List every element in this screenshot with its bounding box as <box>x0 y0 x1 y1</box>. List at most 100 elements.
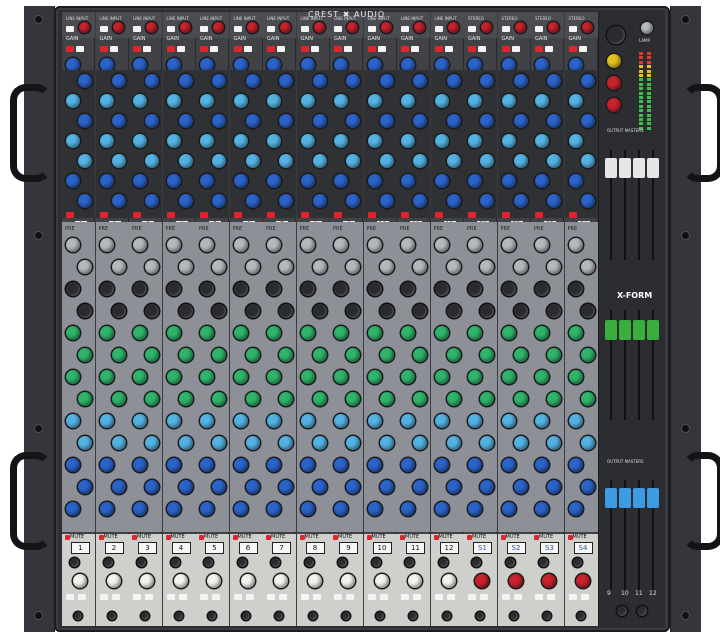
lamp-connector-icon[interactable] <box>641 22 653 34</box>
aux-send-knob[interactable] <box>200 238 214 252</box>
eq-knob[interactable] <box>312 194 327 208</box>
aux-send-knob[interactable] <box>401 502 415 516</box>
eq-knob[interactable] <box>267 94 281 108</box>
aux-send-knob[interactable] <box>279 348 293 362</box>
eq-knob[interactable] <box>446 114 461 128</box>
channel-button[interactable] <box>170 558 180 567</box>
assign-button[interactable] <box>166 594 175 600</box>
aux-send-knob[interactable] <box>66 502 80 516</box>
eq-knob[interactable] <box>145 74 159 88</box>
channel-button[interactable] <box>342 612 350 620</box>
channel-button[interactable] <box>442 612 451 620</box>
aux-send-knob[interactable] <box>334 458 348 472</box>
aux-send-knob[interactable] <box>568 282 583 296</box>
aux-send-knob[interactable] <box>166 414 181 428</box>
channel-button[interactable] <box>141 612 149 620</box>
eq-knob[interactable] <box>111 154 126 168</box>
eq-knob[interactable] <box>66 174 80 188</box>
eq-knob[interactable] <box>334 94 348 108</box>
channel-button[interactable] <box>509 612 518 620</box>
channel-button[interactable] <box>143 46 151 52</box>
eq-knob[interactable] <box>568 174 583 188</box>
channel-button[interactable] <box>99 46 108 52</box>
aux-send-knob[interactable] <box>413 348 427 362</box>
gain-knob[interactable] <box>581 22 593 33</box>
channel-button[interactable] <box>107 612 116 620</box>
channel-button[interactable] <box>243 46 252 52</box>
eq-knob[interactable] <box>312 74 327 88</box>
aux-send-knob[interactable] <box>212 392 226 406</box>
aux-send-knob[interactable] <box>145 392 159 406</box>
aux-send-knob[interactable] <box>279 436 293 450</box>
pan-knob[interactable] <box>575 574 590 588</box>
aux-send-knob[interactable] <box>501 502 516 516</box>
eq-knob[interactable] <box>78 74 92 88</box>
aux-send-knob[interactable] <box>535 238 549 252</box>
eq-knob[interactable] <box>245 154 260 168</box>
channel-button[interactable] <box>371 558 381 567</box>
aux-send-knob[interactable] <box>346 392 360 406</box>
channel-button[interactable] <box>237 558 247 567</box>
channel-button[interactable] <box>576 612 585 620</box>
aux-send-knob[interactable] <box>367 414 382 428</box>
assign-button[interactable] <box>99 594 108 600</box>
aux-send-knob[interactable] <box>480 260 494 274</box>
channel-switch[interactable] <box>133 26 141 32</box>
aux-send-knob[interactable] <box>379 436 394 450</box>
aux-send-knob[interactable] <box>379 260 394 274</box>
aux-send-knob[interactable] <box>568 238 583 252</box>
aux-send-knob[interactable] <box>133 458 147 472</box>
master-fader[interactable] <box>619 488 631 508</box>
eq-knob[interactable] <box>535 134 549 148</box>
aux-send-knob[interactable] <box>200 502 214 516</box>
aux-send-knob[interactable] <box>401 238 415 252</box>
aux-send-knob[interactable] <box>212 260 226 274</box>
channel-switch[interactable] <box>501 26 510 32</box>
eq-knob[interactable] <box>200 174 214 188</box>
eq-knob[interactable] <box>413 114 427 128</box>
gain-knob[interactable] <box>514 22 526 33</box>
aux-send-knob[interactable] <box>300 282 315 296</box>
aux-send-knob[interactable] <box>401 282 415 296</box>
channel-button[interactable] <box>405 558 414 567</box>
channel-button[interactable] <box>76 46 84 52</box>
assign-button[interactable] <box>334 594 342 600</box>
aux-send-knob[interactable] <box>111 304 126 318</box>
eq-knob[interactable] <box>133 174 147 188</box>
eq-knob[interactable] <box>367 94 382 108</box>
aux-send-knob[interactable] <box>300 458 315 472</box>
aux-send-knob[interactable] <box>346 348 360 362</box>
aux-send-knob[interactable] <box>480 480 494 494</box>
aux-send-knob[interactable] <box>200 458 214 472</box>
eq-knob[interactable] <box>279 154 293 168</box>
channel-button[interactable] <box>210 46 218 52</box>
aux-send-knob[interactable] <box>200 370 214 384</box>
channel-button[interactable] <box>174 612 183 620</box>
aux-send-knob[interactable] <box>413 436 427 450</box>
eq-button[interactable] <box>367 212 376 218</box>
aux-send-knob[interactable] <box>580 260 595 274</box>
aux-send-knob[interactable] <box>99 370 114 384</box>
eq-knob[interactable] <box>212 154 226 168</box>
eq-knob[interactable] <box>279 114 293 128</box>
aux-send-knob[interactable] <box>513 260 528 274</box>
channel-button[interactable] <box>275 612 283 620</box>
eq-knob[interactable] <box>334 174 348 188</box>
eq-knob[interactable] <box>346 114 360 128</box>
assign-button[interactable] <box>346 594 354 600</box>
aux-send-knob[interactable] <box>334 238 348 252</box>
channel-button[interactable] <box>166 46 175 52</box>
eq-knob[interactable] <box>78 114 92 128</box>
aux-send-knob[interactable] <box>501 238 516 252</box>
aux-send-knob[interactable] <box>568 502 583 516</box>
eq-knob[interactable] <box>166 134 181 148</box>
aux-send-knob[interactable] <box>245 436 260 450</box>
eq-knob[interactable] <box>346 154 360 168</box>
master-fader[interactable] <box>647 158 659 178</box>
channel-button[interactable] <box>338 558 347 567</box>
aux-send-knob[interactable] <box>413 260 427 274</box>
assign-button[interactable] <box>468 594 476 600</box>
aux-send-knob[interactable] <box>513 348 528 362</box>
aux-send-knob[interactable] <box>468 458 482 472</box>
aux-send-knob[interactable] <box>334 282 348 296</box>
